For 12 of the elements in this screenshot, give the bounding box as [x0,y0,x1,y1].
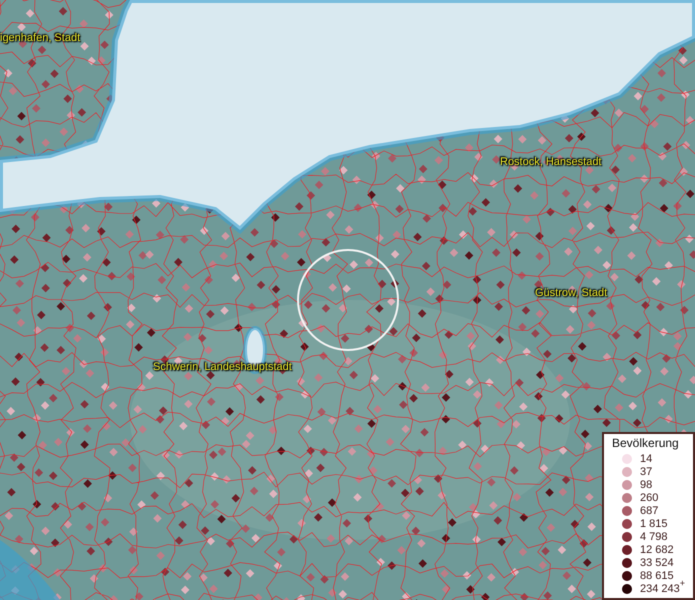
legend-label: 98 [640,478,652,490]
legend-label: 37 [640,466,652,478]
legend-label: 1 815 [640,518,668,530]
legend-title: Bevölkerung [612,436,679,450]
legend-label: 88 615 [640,570,674,582]
legend-label: 4 798 [640,530,668,542]
legend-label: 687 [640,504,658,516]
legend-label: 12 682 [640,544,674,556]
legend-label: 234 243$^{+}$ [640,582,686,594]
legend-label: 33 524 [640,556,674,568]
legend-label: 260 [640,492,658,504]
legend-label: 14 [640,452,652,464]
